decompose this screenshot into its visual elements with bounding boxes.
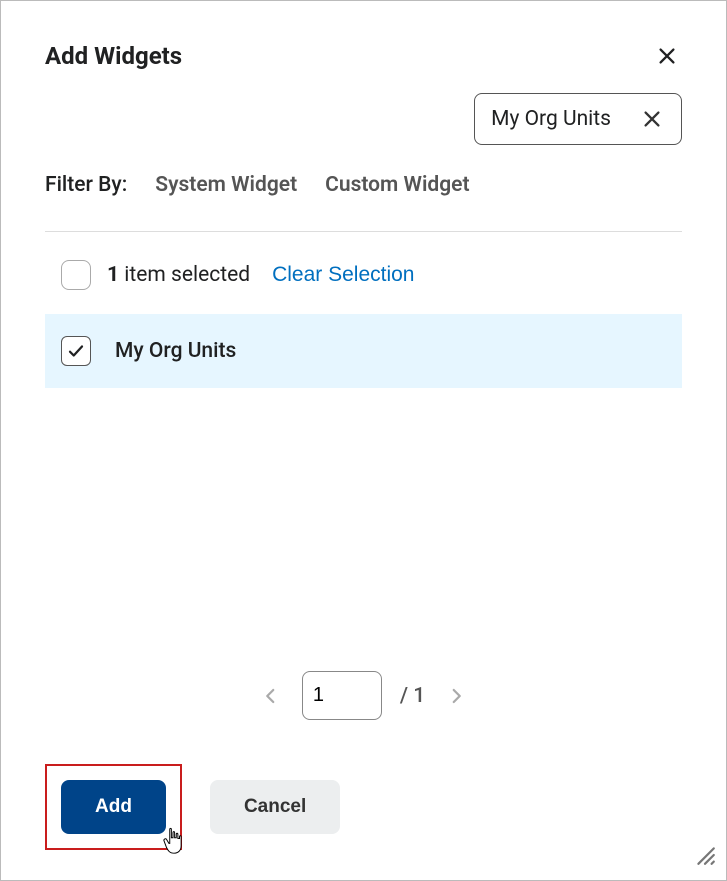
close-icon: [656, 45, 678, 67]
prev-page-button[interactable]: [258, 680, 284, 712]
filter-row: Filter By: System Widget Custom Widget: [45, 173, 682, 197]
item-checkbox[interactable]: [61, 336, 91, 366]
next-page-button[interactable]: [443, 680, 469, 712]
selection-count-suffix: item selected: [119, 263, 250, 287]
chevron-left-icon: [262, 684, 280, 708]
clear-search-button[interactable]: [639, 106, 665, 132]
search-value: My Org Units: [491, 107, 611, 131]
selection-count-number: 1: [107, 263, 119, 287]
resize-icon: [694, 844, 716, 866]
cancel-button[interactable]: Cancel: [210, 780, 340, 834]
filter-custom-widget[interactable]: Custom Widget: [325, 173, 469, 197]
close-button[interactable]: [652, 41, 682, 71]
resize-grip[interactable]: [694, 844, 716, 870]
selection-summary: 1 item selected Clear Selection: [45, 254, 682, 314]
page-input[interactable]: [302, 671, 382, 720]
item-label: My Org Units: [115, 339, 236, 363]
selection-count: 1 item selected: [107, 263, 250, 287]
dialog-title: Add Widgets: [45, 42, 182, 70]
add-widgets-dialog: Add Widgets My Org Units Filter By: Syst…: [0, 0, 727, 881]
search-row: My Org Units: [45, 93, 682, 145]
spacer: [45, 388, 682, 671]
filter-label: Filter By:: [45, 173, 127, 197]
select-all-checkbox[interactable]: [61, 260, 91, 290]
annotation-highlight: Add: [45, 764, 182, 850]
dialog-footer: Add Cancel: [45, 764, 682, 850]
list-item[interactable]: My Org Units: [45, 314, 682, 388]
search-chip[interactable]: My Org Units: [474, 93, 682, 145]
filter-system-widget[interactable]: System Widget: [155, 173, 297, 197]
check-icon: [67, 342, 85, 360]
clear-selection-button[interactable]: Clear Selection: [272, 263, 414, 287]
page-total: / 1: [400, 684, 425, 708]
close-icon: [641, 108, 663, 130]
chevron-right-icon: [447, 684, 465, 708]
add-button[interactable]: Add: [61, 780, 166, 834]
dialog-header: Add Widgets: [45, 41, 682, 71]
pagination: / 1: [45, 671, 682, 720]
divider: [45, 231, 682, 232]
